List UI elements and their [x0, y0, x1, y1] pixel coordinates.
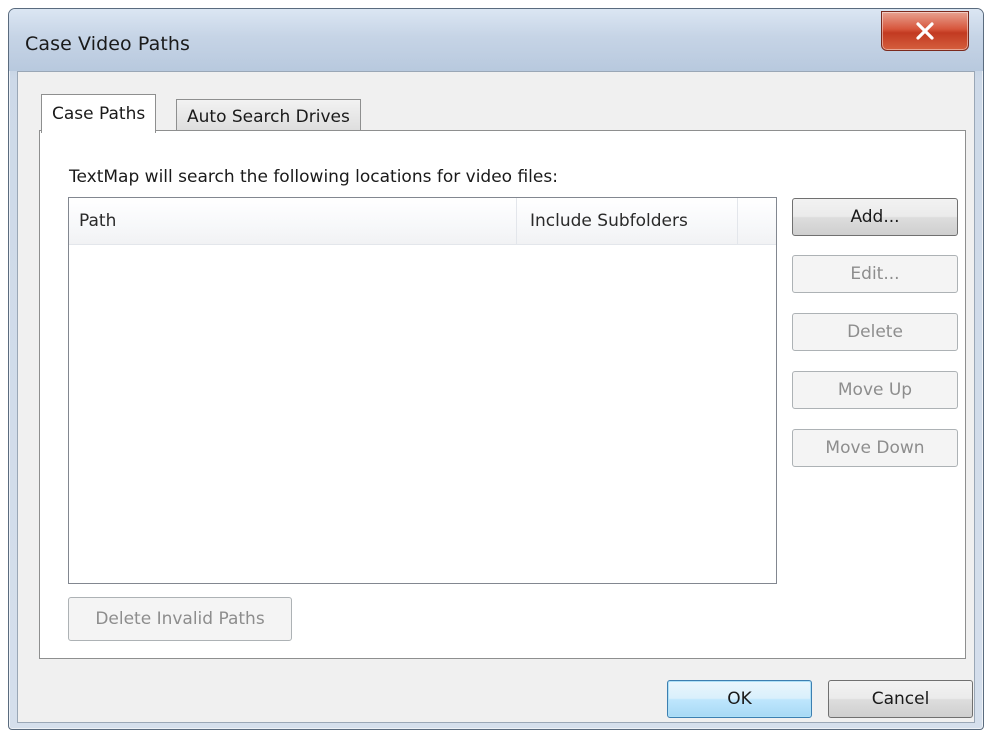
list-header: Path Include Subfolders — [69, 198, 776, 245]
delete-button[interactable]: Delete — [792, 313, 958, 351]
title-bar[interactable]: Case Video Paths — [9, 9, 983, 71]
move-up-button[interactable]: Move Up — [792, 371, 958, 409]
move-down-button[interactable]: Move Down — [792, 429, 958, 467]
edit-button[interactable]: Edit... — [792, 255, 958, 293]
column-header-include-subfolders[interactable]: Include Subfolders — [518, 198, 738, 244]
list-body[interactable] — [69, 245, 776, 583]
dialog-window: Case Video Paths Case Paths Auto Search … — [8, 8, 984, 730]
tab-auto-search-drives[interactable]: Auto Search Drives — [176, 99, 361, 133]
column-header-filler — [739, 198, 776, 244]
ok-button[interactable]: OK — [667, 680, 812, 718]
cancel-button[interactable]: Cancel — [828, 680, 973, 718]
paths-list[interactable]: Path Include Subfolders — [68, 197, 777, 584]
window-title: Case Video Paths — [25, 33, 191, 55]
dialog-client-area: Case Paths Auto Search Drives TextMap wi… — [17, 71, 975, 723]
tab-case-paths[interactable]: Case Paths — [41, 94, 157, 133]
add-button[interactable]: Add... — [792, 198, 958, 236]
close-icon — [916, 22, 934, 40]
tab-panel-case-paths: TextMap will search the following locati… — [39, 130, 966, 659]
close-button[interactable] — [881, 11, 969, 51]
column-header-path[interactable]: Path — [69, 198, 517, 244]
delete-invalid-paths-button[interactable]: Delete Invalid Paths — [68, 597, 292, 641]
list-description-label: TextMap will search the following locati… — [69, 167, 558, 187]
